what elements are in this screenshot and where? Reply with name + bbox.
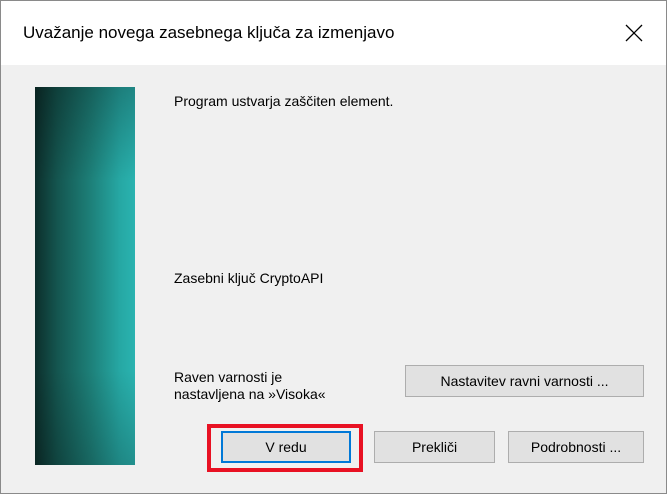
dialog-window: Uvažanje novega zasebnega ključa za izme… bbox=[0, 0, 667, 494]
key-name-label: Zasebni ključ CryptoAPI bbox=[174, 270, 324, 286]
title-bar: Uvažanje novega zasebnega ključa za izme… bbox=[1, 1, 666, 65]
close-button[interactable] bbox=[616, 15, 652, 51]
ok-button-highlight bbox=[207, 424, 363, 472]
dialog-title: Uvažanje novega zasebnega ključa za izme… bbox=[23, 23, 395, 42]
details-button[interactable]: Podrobnosti ... bbox=[508, 431, 644, 463]
status-message: Program ustvarja zaščiten element. bbox=[174, 93, 394, 109]
set-security-level-button[interactable]: Nastavitev ravni varnosti ... bbox=[405, 365, 644, 397]
security-level-label-line2: nastavljena na »Visoka« bbox=[174, 386, 326, 402]
cancel-button[interactable]: Prekliči bbox=[374, 431, 495, 463]
close-icon bbox=[625, 24, 643, 42]
security-level-label-line1: Raven varnosti je bbox=[174, 369, 283, 385]
decorative-side-panel bbox=[35, 87, 135, 465]
